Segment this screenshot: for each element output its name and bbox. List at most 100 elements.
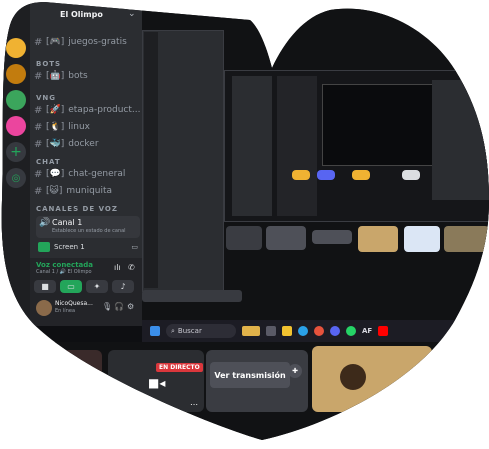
youtube-icon[interactable] xyxy=(378,326,388,336)
hash-icon: # xyxy=(34,70,43,82)
add-server-icon[interactable]: + xyxy=(6,142,26,162)
more-icon[interactable]: ⋯ xyxy=(190,400,198,409)
avatar xyxy=(340,364,366,390)
channel-docker[interactable]: # [🐳] docker xyxy=(34,136,99,152)
channel-etapa-product[interactable]: # [🚀] etapa-product... xyxy=(34,102,141,118)
screen-share-item[interactable]: Screen 1 ▭ xyxy=(38,240,138,254)
search-input[interactable]: ⌕ Buscar xyxy=(166,324,236,338)
hash-icon: # xyxy=(34,138,43,150)
hash-icon: # xyxy=(34,185,43,197)
channel-bots[interactable]: # [🤖] bots xyxy=(34,68,88,84)
windows-start-icon[interactable] xyxy=(150,326,160,336)
af-icon[interactable]: AF xyxy=(362,327,372,335)
thumbnail xyxy=(352,170,370,180)
nested-sidebar xyxy=(232,76,272,216)
channel-juegos-gratis[interactable]: # [🎮] juegos-gratis xyxy=(34,34,127,50)
channel-emoji: [🐧] xyxy=(46,122,65,132)
nested-sidebar xyxy=(277,76,317,216)
watch-stream-button[interactable]: Ver transmisión xyxy=(210,362,290,388)
channel-label: muniquita xyxy=(66,186,113,196)
whatsapp-icon[interactable] xyxy=(346,326,356,336)
video-tile xyxy=(226,226,262,250)
channel-label: juegos-gratis xyxy=(68,37,127,47)
task-view-icon[interactable] xyxy=(266,326,276,336)
video-tile[interactable] xyxy=(30,350,102,410)
soundboard-button[interactable]: ♪ xyxy=(112,280,134,293)
live-badge: EN DIRECTO xyxy=(156,363,203,372)
voice-status-subtitle: Canal 1 / 🔊 El Olimpo xyxy=(36,269,92,275)
channel-emoji: [🎮] xyxy=(46,37,65,47)
channel-emoji: [💬] xyxy=(46,169,65,179)
video-strip: EN DIRECTO ■◂ ⋯ ✚ xyxy=(0,342,489,449)
widget-icon[interactable] xyxy=(242,326,260,336)
nested-server-rail xyxy=(144,32,158,288)
thumbnail xyxy=(292,170,310,180)
channel-label: chat-general xyxy=(68,169,126,179)
voice-connection-panel: Voz conectada Canal 1 / 🔊 El Olimpo ılı … xyxy=(30,258,142,326)
video-tile xyxy=(266,226,306,250)
nested-message-input xyxy=(142,290,242,302)
user-status: En línea xyxy=(55,308,76,314)
video-tile xyxy=(358,226,398,252)
channel-muniquita[interactable]: # [😺] muniquita xyxy=(34,183,112,199)
chrome-icon[interactable] xyxy=(314,326,324,336)
channel-emoji: [🐳] xyxy=(46,139,65,149)
microphone-icon[interactable]: 🎙 xyxy=(102,302,112,311)
disconnect-icon[interactable]: ✆ xyxy=(128,263,135,272)
signal-icon[interactable]: ılı xyxy=(114,263,121,272)
server-icon[interactable] xyxy=(6,64,26,84)
voice-channel-item[interactable]: 🔊 Canal 1 Establece un estado de canal xyxy=(36,216,140,238)
channel-linux[interactable]: # [🐧] linux xyxy=(34,119,90,135)
server-icon[interactable] xyxy=(6,90,26,110)
nested-panel xyxy=(432,80,489,200)
channel-emoji: [😺] xyxy=(46,186,63,196)
taskbar: ⌕ Buscar AF xyxy=(142,320,489,342)
stream-menu-icon[interactable]: ✚ xyxy=(288,364,302,378)
hash-icon: # xyxy=(34,36,43,48)
server-icon[interactable] xyxy=(6,116,26,136)
screen-share-button[interactable]: ▭ xyxy=(60,280,82,293)
hash-icon: # xyxy=(34,121,43,133)
avatar xyxy=(38,242,50,252)
channel-emoji: [🚀] xyxy=(46,105,65,115)
server-icon[interactable] xyxy=(6,38,26,58)
video-camera-icon: ■◂ xyxy=(148,376,166,390)
server-title[interactable]: El Olimpo xyxy=(60,10,103,19)
video-tile xyxy=(404,226,440,252)
hash-icon: # xyxy=(34,168,43,180)
voice-status-title[interactable]: Voz conectada xyxy=(36,261,93,269)
category-vng[interactable]: VNG xyxy=(36,94,56,102)
channel-label: linux xyxy=(68,122,90,132)
channel-label: etapa-product... xyxy=(68,105,141,115)
activity-button[interactable]: ✦ xyxy=(86,280,108,293)
camera-off-tile[interactable]: EN DIRECTO ■◂ ⋯ xyxy=(108,350,204,412)
avatar[interactable] xyxy=(36,300,52,316)
category-voice[interactable]: CANALES DE VOZ xyxy=(36,205,118,213)
category-chat[interactable]: CHAT xyxy=(36,158,61,166)
thumbnail xyxy=(402,170,420,180)
explore-icon[interactable]: ◎ xyxy=(6,168,26,188)
video-tile[interactable] xyxy=(312,346,432,412)
channel-label: docker xyxy=(68,139,99,149)
file-explorer-icon[interactable] xyxy=(282,326,292,336)
stream-view[interactable] xyxy=(142,0,489,325)
channel-emoji: [🤖] xyxy=(46,71,65,81)
user-name: NicoQuesa... xyxy=(55,300,93,307)
channel-sidebar: + ◎ El Olimpo ⌄ # [🎮] juegos-gratis BOTS… xyxy=(0,0,142,325)
discord-icon[interactable] xyxy=(330,326,340,336)
watch-stream-tile xyxy=(312,230,352,244)
channel-label: bots xyxy=(68,71,88,81)
channel-status-placeholder[interactable]: Establece un estado de canal xyxy=(52,228,126,234)
chevron-down-icon[interactable]: ⌄ xyxy=(128,9,136,19)
heart-shaped-screenshot: + ◎ El Olimpo ⌄ # [🎮] juegos-gratis BOTS… xyxy=(0,0,489,449)
edge-icon[interactable] xyxy=(298,326,308,336)
camera-button[interactable]: ■ xyxy=(34,280,56,293)
search-icon: ⌕ xyxy=(171,326,175,335)
gear-icon[interactable]: ⚙ xyxy=(127,302,134,311)
headphones-icon[interactable]: 🎧 xyxy=(114,302,124,311)
speaker-icon: 🔊 xyxy=(39,218,51,228)
channel-chat-general[interactable]: # [💬] chat-general xyxy=(34,166,125,182)
nested-stream-frame xyxy=(322,84,444,166)
category-bots[interactable]: BOTS xyxy=(36,60,61,68)
video-tile xyxy=(444,226,489,252)
